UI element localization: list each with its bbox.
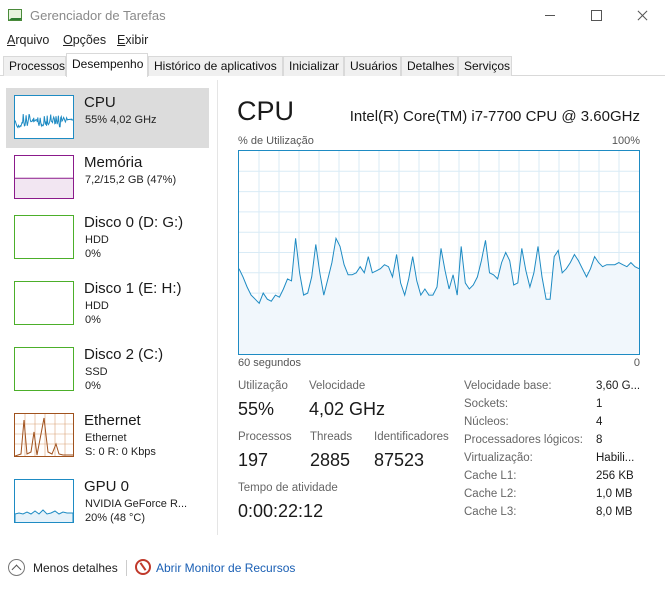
spec-label: Cache L3: [464,506,517,518]
sidebar-item-title: Disco 2 (C:) [84,346,164,363]
tab-bar: Processos Desempenho Histórico de aplica… [0,53,665,77]
spec-label: Virtualização: [464,452,533,464]
spec-value: 8,0 MB [596,506,633,518]
sidebar-item-disco-2[interactable]: Disco 2 (C:) SSD 0% [6,340,209,400]
performance-sidebar: CPU 55% 4,02 GHz Memória 7,2/15,2 GB (47… [0,80,218,535]
sidebar-item-subtitle: 7,2/15,2 GB (47%) [85,174,177,186]
open-resource-monitor-link[interactable]: Abrir Monitor de Recursos [156,561,295,575]
stat-value-threads: 2885 [310,450,351,470]
menu-bar: Arquivo Opções Exibir [0,31,665,51]
sidebar-item-subtitle: HDD [85,234,109,246]
spec-value: 8 [596,434,603,446]
tab-detalhes[interactable]: Detalhes [401,56,458,76]
task-manager-icon [8,9,22,21]
close-button[interactable] [619,0,665,31]
spec-value: 1,0 MB [596,488,633,500]
sidebar-item-subtitle: Ethernet [85,432,127,444]
sidebar-item-gpu-0[interactable]: GPU 0 NVIDIA GeForce R... 20% (48 °C) [6,472,209,532]
tab-usuarios[interactable]: Usuários [344,56,401,76]
sidebar-item-subtitle: SSD [85,366,108,378]
tab-processos[interactable]: Processos [3,56,66,76]
spec-value: Habili... [596,452,635,464]
spec-label: Processadores lógicos: [464,434,583,446]
title-bar: Gerenciador de Tarefas [0,0,665,31]
tab-historico[interactable]: Histórico de aplicativos [148,56,283,76]
sidebar-item-title: GPU 0 [84,478,130,495]
spec-value: 1 [596,398,603,410]
stat-label-tempo-atividade: Tempo de atividade [238,482,338,494]
menu-arquivo[interactable]: Arquivo [7,33,49,47]
spec-label: Sockets: [464,398,509,410]
disk-mini-graph [14,215,74,259]
spec-value: 3,60 G... [596,380,641,392]
page-title: CPU [237,96,295,126]
ethernet-mini-graph-svg [15,414,73,456]
menu-exibir[interactable]: Exibir [117,33,148,47]
tab-inicializar[interactable]: Inicializar [283,56,344,76]
menu-opcoes[interactable]: Opções [63,33,106,47]
window-title: Gerenciador de Tarefas [30,8,166,23]
stat-label-utilizacao: Utilização [238,380,288,392]
tab-servicos[interactable]: Serviços [458,56,512,76]
sidebar-item-value: 20% (48 °C) [85,512,146,524]
cpu-utilization-graph [238,150,640,355]
memory-mini-graph [14,155,74,199]
sidebar-item-subtitle: 55% 4,02 GHz [85,114,157,126]
spec-label: Cache L1: [464,470,517,482]
spec-value: 256 KB [596,470,634,482]
sidebar-item-title: Disco 1 (E: H:) [84,280,182,297]
stat-value-identificadores: 87523 [374,450,425,470]
stat-value-processos: 197 [238,450,269,470]
cpu-model: Intel(R) Core(TM) i7-7700 CPU @ 3.60GHz [349,108,640,125]
sidebar-item-title: CPU [84,94,116,111]
spec-label: Núcleos: [464,416,509,428]
sidebar-item-title: Ethernet [84,412,141,429]
cpu-mini-graph [14,95,74,139]
sidebar-item-disco-0[interactable]: Disco 0 (D: G:) HDD 0% [6,208,209,268]
sidebar-item-cpu[interactable]: CPU 55% 4,02 GHz [6,88,209,148]
stat-value-velocidade: 4,02 GHz [309,399,386,419]
memory-mini-graph-svg [15,177,73,198]
utilization-axis-max: 100% [611,135,640,147]
cpu-mini-graph-svg [15,113,73,129]
ethernet-mini-graph [14,413,74,457]
footer-bar: Menos detalhes Abrir Monitor de Recursos [0,552,665,582]
resource-monitor-icon[interactable] [135,559,151,575]
chevron-up-icon[interactable] [8,559,25,576]
less-details-button[interactable]: Menos detalhes [33,561,118,575]
stat-value-utilizacao: 55% [238,399,275,419]
stat-label-identificadores: Identificadores [374,431,449,443]
sidebar-item-subtitle: NVIDIA GeForce R... [85,498,188,510]
minimize-button[interactable] [527,0,573,31]
sidebar-item-memoria[interactable]: Memória 7,2/15,2 GB (47%) [6,148,209,208]
stat-label-processos: Processos [238,431,292,443]
sidebar-item-subtitle: HDD [85,300,109,312]
stat-label-threads: Threads [310,431,353,443]
sidebar-item-value: 0% [85,380,101,392]
spec-label: Cache L2: [464,488,517,500]
stat-value-tempo-atividade: 0:00:22:12 [238,501,324,521]
spec-value: 4 [596,416,603,428]
footer-divider [126,560,127,576]
cpu-detail-panel: CPU Intel(R) Core(TM) i7-7700 CPU @ 3.60… [219,80,665,535]
sidebar-item-value: 0% [85,314,101,326]
graph-time-zero: 0 [633,357,640,369]
cpu-utilization-graph-svg [238,151,640,354]
graph-time-label: 60 segundos [238,357,301,369]
sidebar-item-title: Memória [84,154,143,171]
maximize-button[interactable] [573,0,619,31]
sidebar-item-ethernet[interactable]: Ethernet Ethernet S: 0 R: 0 Kbps [6,406,209,466]
disk-mini-graph [14,281,74,325]
disk-mini-graph [14,347,74,391]
sidebar-item-value: S: 0 R: 0 Kbps [85,446,156,458]
stat-label-velocidade: Velocidade [309,380,366,392]
gpu-mini-graph-svg [15,509,73,522]
spec-label: Velocidade base: [464,380,552,392]
sidebar-item-value: 0% [85,248,101,260]
sidebar-item-disco-1[interactable]: Disco 1 (E: H:) HDD 0% [6,274,209,334]
tab-desempenho[interactable]: Desempenho [66,53,148,77]
gpu-mini-graph [14,479,74,523]
sidebar-item-title: Disco 0 (D: G:) [84,214,184,231]
utilization-axis-label: % de Utilização [238,135,314,147]
